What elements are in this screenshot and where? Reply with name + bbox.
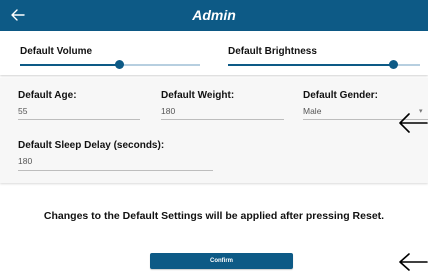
gender-label: Default Gender: — [303, 90, 379, 101]
brightness-fill — [228, 64, 394, 66]
reset-notice: Changes to the Default Settings will be … — [43, 210, 385, 222]
volume-fill — [20, 64, 119, 66]
volume-thumb[interactable] — [115, 60, 124, 69]
brightness-thumb[interactable] — [389, 60, 399, 69]
arrow-left-icon — [399, 253, 428, 271]
fields-section: Default Age: 55 Default Weight: 180 Defa… — [0, 78, 428, 183]
sleep-delay-label: Default Sleep Delay (seconds): — [18, 140, 165, 151]
slider-section: Default Volume Default Brightness — [0, 31, 428, 75]
volume-label: Default Volume — [20, 46, 93, 57]
weight-input[interactable]: 180 — [161, 106, 175, 116]
volume-slider[interactable] — [20, 60, 200, 70]
age-input[interactable]: 55 — [18, 106, 27, 116]
sleep-delay-input[interactable]: 180 — [18, 156, 32, 166]
arrow-left-icon — [399, 113, 428, 133]
age-label: Default Age: — [18, 90, 77, 101]
sleep-delay-underline — [18, 170, 213, 171]
app-bar: Admin — [0, 0, 428, 31]
gender-select[interactable]: Male — [303, 106, 321, 116]
brightness-label: Default Brightness — [228, 46, 317, 57]
confirm-button[interactable]: Confirm — [150, 253, 293, 269]
brightness-slider[interactable] — [228, 60, 420, 70]
weight-underline — [161, 119, 284, 120]
age-underline — [18, 119, 140, 120]
page-title: Admin — [192, 7, 236, 23]
weight-label: Default Weight: — [161, 90, 235, 101]
